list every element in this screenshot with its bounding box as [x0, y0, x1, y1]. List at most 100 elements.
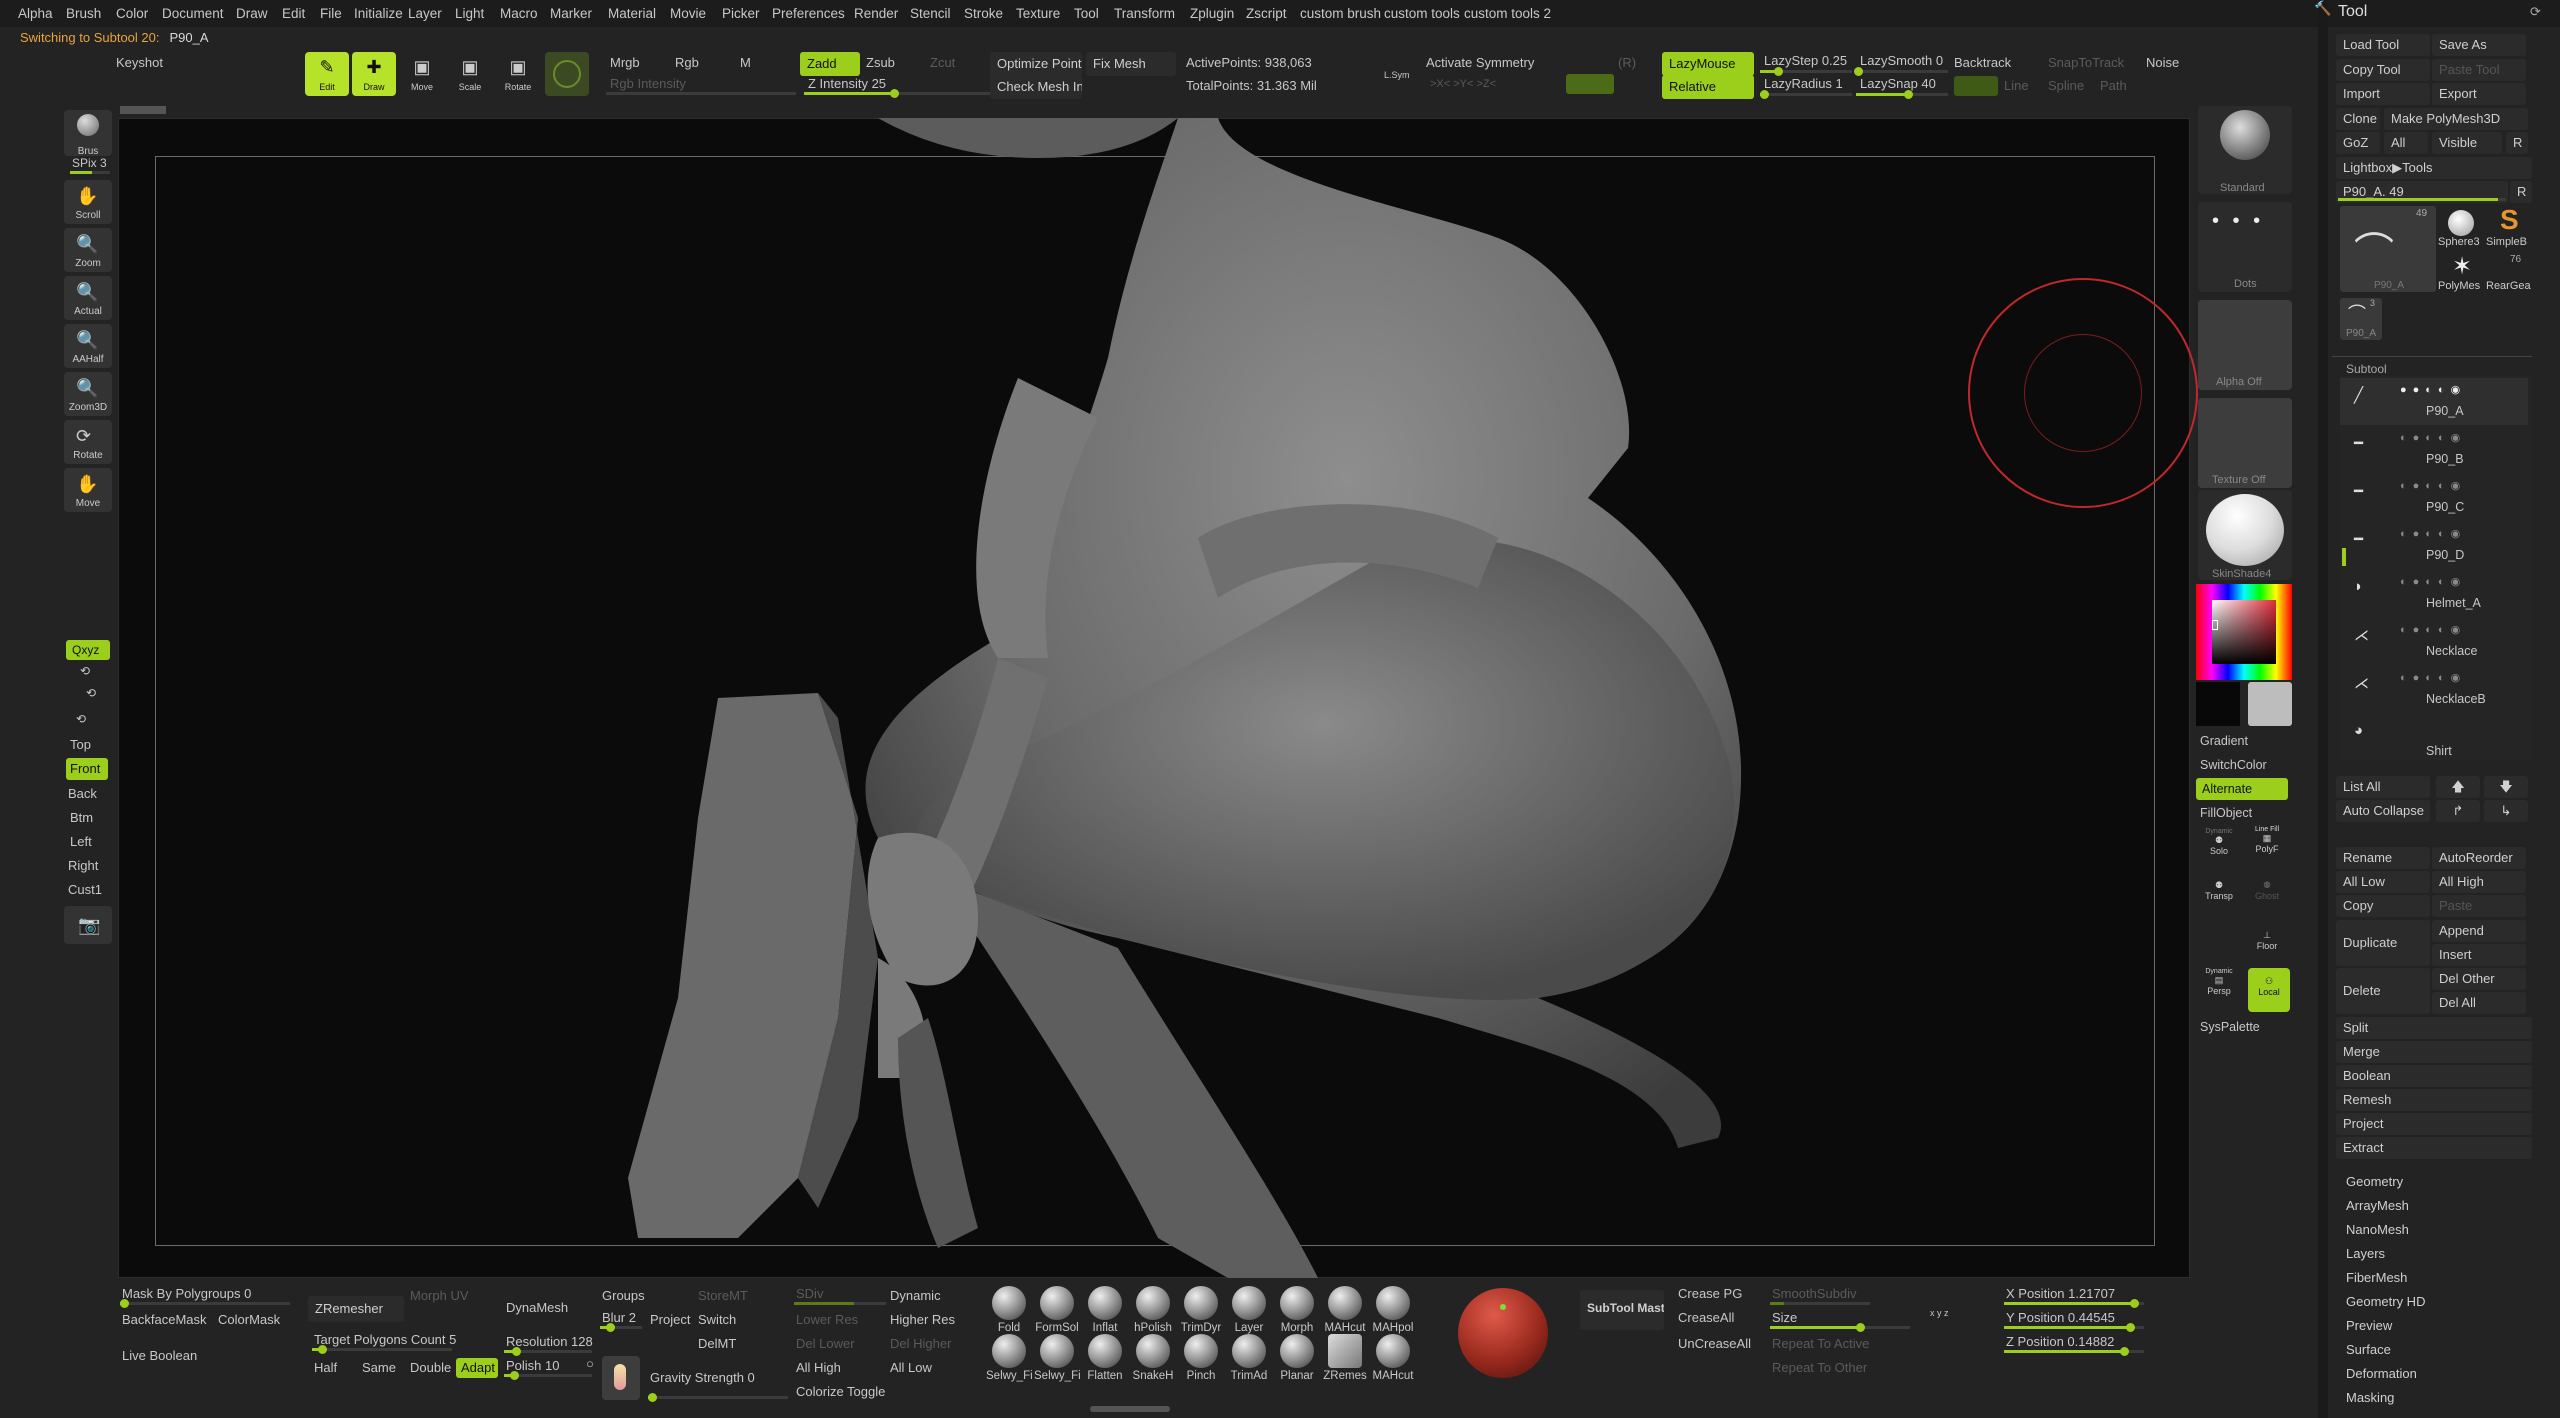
noise-button[interactable]: Noise [2146, 55, 2179, 70]
list-all-button[interactable]: List All [2336, 776, 2430, 798]
dynamesh-button[interactable]: DynaMesh [506, 1300, 568, 1315]
dots-stroke-button[interactable]: • • • Dots [2198, 202, 2292, 292]
subtool-item-p90a[interactable]: ╱ ●●◐◐◉ P90_A [2340, 378, 2528, 425]
fill-object-button[interactable]: FillObject [2200, 806, 2252, 820]
layers-section[interactable]: Layers [2346, 1246, 2385, 1261]
groups-button[interactable]: Groups [602, 1288, 645, 1303]
goz-button[interactable]: GoZ [2336, 132, 2380, 154]
subtool-toggle-icons[interactable]: ◐●◐◐◉ [2400, 431, 2466, 444]
resolution-track[interactable] [504, 1347, 592, 1356]
boolean-section[interactable]: Boolean [2336, 1065, 2532, 1087]
view-right-button[interactable]: Right [68, 858, 98, 873]
repeat-to-active-button[interactable]: Repeat To Active [1772, 1336, 1869, 1351]
x-position-slider[interactable]: X Position 1.21707 [2006, 1286, 2115, 1301]
fix-mesh-button[interactable]: Fix Mesh [1086, 52, 1176, 76]
append-button[interactable]: Append [2432, 920, 2526, 942]
mask-by-polygroups-track[interactable] [120, 1299, 290, 1308]
view-btm-button[interactable]: Btm [70, 810, 93, 825]
menu-zscript[interactable]: Zscript [1246, 6, 1287, 21]
copy-button[interactable]: Copy [2336, 895, 2430, 917]
size-track[interactable] [1770, 1323, 1910, 1332]
camera-button[interactable]: 📷 [64, 906, 112, 944]
subtool-toggle-icons[interactable]: ●●◐◐◉ [2400, 383, 2466, 396]
color-picker[interactable] [2196, 584, 2292, 680]
lazystep-track[interactable] [1760, 67, 1852, 76]
rgb-intensity-track[interactable] [606, 92, 796, 95]
size-xyz-axis-buttons[interactable]: x y z [1930, 1308, 1949, 1318]
subtool-item-shirt[interactable]: ◕ Shirt [2340, 714, 2528, 761]
target-polygons-slider[interactable]: Target Polygons Count 5 [314, 1332, 456, 1347]
move-bottom-button[interactable]: ↳ [2484, 800, 2528, 822]
goz-r-button[interactable]: R [2506, 132, 2528, 154]
standard-brush-button[interactable]: Standard [2198, 106, 2292, 194]
del-lower-button[interactable]: Del Lower [796, 1336, 855, 1351]
scroll-button[interactable]: ✋ Scroll [64, 180, 112, 224]
floor-button[interactable]: ⊥ Floor [2246, 930, 2288, 960]
menu-brush[interactable]: Brush [66, 6, 101, 21]
mask-by-polygroups-slider[interactable]: Mask By Polygroups 0 [122, 1286, 251, 1301]
material-button[interactable]: SkinShade4 [2198, 490, 2292, 580]
menu-tool[interactable]: Tool [1074, 6, 1099, 21]
rotate-button[interactable]: ▣ Rotate [496, 52, 540, 96]
switch-button[interactable]: Switch [698, 1312, 736, 1327]
view-cust1-button[interactable]: Cust1 [68, 882, 102, 897]
move-up-button[interactable]: 🡅 [2436, 776, 2480, 798]
subtool-toggle-icons[interactable]: ◐●◐◐◉ [2400, 575, 2466, 588]
snaptotrack-button[interactable]: SnapToTrack [2048, 55, 2124, 70]
split-section[interactable]: Split [2336, 1017, 2532, 1039]
z-intensity-track[interactable] [804, 89, 994, 98]
transp-button[interactable]: ⚉ Transp [2198, 880, 2240, 910]
menu-initialize[interactable]: Initialize [354, 6, 403, 21]
draw-size-button[interactable] [545, 52, 589, 96]
smooth-subdiv-track[interactable] [1770, 1302, 1870, 1305]
lazymouse-button[interactable]: LazyMouse [1662, 52, 1754, 76]
brush-mahcut[interactable]: MAHcut [1322, 1286, 1368, 1334]
delete-button[interactable]: Delete [2336, 968, 2430, 1014]
menu-custom-brush[interactable]: custom brush [1300, 6, 1381, 21]
morph-uv-button[interactable]: Morph UV [410, 1288, 469, 1303]
spix-slider[interactable]: SPix 3 [72, 156, 107, 170]
syspalette-button[interactable]: SysPalette [2200, 1020, 2260, 1034]
menu-preferences[interactable]: Preferences [772, 6, 845, 21]
move-down-button[interactable]: 🡇 [2484, 776, 2528, 798]
material-preview-sphere[interactable] [1458, 1288, 1548, 1378]
brush-inflat[interactable]: Inflat [1082, 1286, 1128, 1334]
colorize-toggle-button[interactable]: Colorize Toggle [796, 1384, 885, 1399]
move-top-button[interactable]: ↱ [2436, 800, 2480, 822]
subtool-toggle-icons[interactable]: ◐●◐◐◉ [2400, 623, 2466, 636]
z-rotation-icon[interactable]: ⟲ [86, 686, 96, 700]
subtool-header[interactable]: Subtool [2346, 362, 2387, 376]
view-top-button[interactable]: Top [70, 737, 91, 752]
bottom-shelf-handle[interactable] [1090, 1406, 1170, 1412]
alternate-button[interactable]: Alternate [2196, 778, 2288, 800]
tool-thumb-reargear[interactable]: 76 RearGea [2486, 254, 2534, 296]
xyz-rotation-button[interactable]: Qxyz [66, 640, 110, 660]
move-button[interactable]: ▣ Move [400, 52, 444, 96]
del-higher-button[interactable]: Del Higher [890, 1336, 951, 1351]
live-boolean-button[interactable]: Live Boolean [122, 1348, 197, 1363]
all-low-button[interactable]: All Low [2336, 871, 2430, 893]
subtool-item-p90b[interactable]: ━ ◐●◐◐◉ P90_B [2340, 426, 2528, 473]
remesh-section[interactable]: Remesh [2336, 1089, 2532, 1111]
subtool-item-p90c[interactable]: ━ ◐●◐◐◉ P90_C [2340, 474, 2528, 521]
menu-marker[interactable]: Marker [550, 6, 592, 21]
lazystep-slider[interactable]: LazyStep 0.25 [1764, 53, 1847, 68]
duplicate-button[interactable]: Duplicate [2336, 920, 2430, 966]
brush-pinch[interactable]: Pinch [1178, 1334, 1224, 1382]
clone-button[interactable]: Clone [2336, 108, 2380, 130]
gravity-icon-button[interactable] [602, 1356, 640, 1400]
menu-edit[interactable]: Edit [282, 6, 305, 21]
lazysmooth-slider[interactable]: LazySmooth 0 [1860, 53, 1943, 68]
same-button[interactable]: Same [362, 1360, 396, 1375]
merge-section[interactable]: Merge [2336, 1041, 2532, 1063]
brush-flatten[interactable]: Flatten [1082, 1334, 1128, 1382]
auto-reorder-button[interactable]: AutoReorder [2432, 847, 2526, 869]
delmt-button[interactable]: DelMT [698, 1336, 736, 1351]
import-button[interactable]: Import [2336, 83, 2430, 105]
activate-symmetry-button[interactable]: Activate Symmetry [1426, 55, 1534, 70]
current-tool-r-button[interactable]: R [2510, 181, 2532, 203]
z-intensity-slider[interactable]: Z Intensity 25 [808, 76, 886, 91]
spline-button[interactable]: Spline [2048, 78, 2084, 93]
scale-button[interactable]: ▣ Scale [448, 52, 492, 96]
sdiv-track[interactable] [794, 1302, 886, 1305]
